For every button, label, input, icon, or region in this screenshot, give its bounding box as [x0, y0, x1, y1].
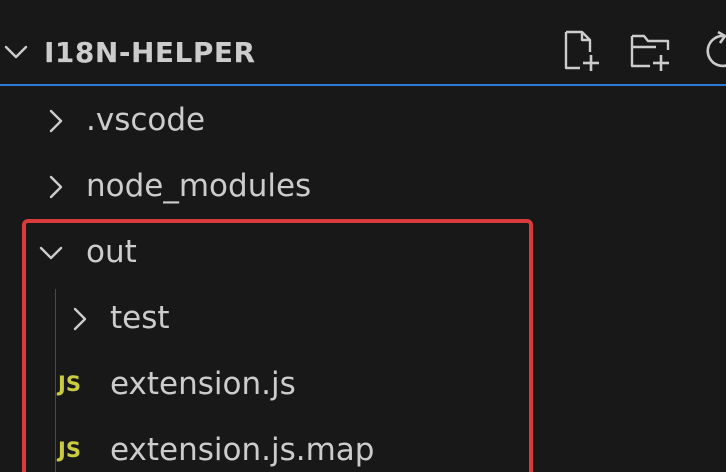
tree-item-extension-js-map[interactable]: JS extension.js.map — [0, 420, 726, 472]
focus-border — [0, 84, 726, 86]
new-folder-icon[interactable] — [628, 28, 676, 74]
tree-item-test[interactable]: test — [0, 288, 726, 348]
tree-item-vscode[interactable]: .vscode — [0, 90, 726, 150]
tree-item-label: extension.js — [110, 366, 296, 402]
tree-item-label: .vscode — [86, 102, 206, 138]
chevron-down-icon — [38, 240, 64, 266]
js-file-icon: JS — [58, 438, 81, 462]
tree-item-out[interactable]: out — [0, 222, 726, 282]
chevron-down-icon[interactable] — [2, 38, 30, 66]
workspace-title: I18N-HELPER — [44, 36, 256, 69]
tree-item-label: test — [110, 300, 170, 336]
tree-item-label: node_modules — [86, 168, 312, 204]
chevron-right-icon — [66, 306, 92, 332]
tree-item-extension-js[interactable]: JS extension.js — [0, 354, 726, 414]
chevron-right-icon — [42, 108, 68, 134]
file-explorer: I18N-HELPER .vscode node_modules out tes… — [0, 0, 726, 472]
explorer-section-header[interactable]: I18N-HELPER — [0, 0, 726, 84]
tree-item-node-modules[interactable]: node_modules — [0, 156, 726, 216]
js-file-icon: JS — [58, 372, 81, 396]
chevron-right-icon — [42, 174, 68, 200]
tree-item-label: extension.js.map — [110, 432, 375, 468]
new-file-icon[interactable] — [558, 28, 606, 74]
tree-item-label: out — [86, 234, 137, 270]
refresh-icon[interactable] — [698, 28, 726, 74]
